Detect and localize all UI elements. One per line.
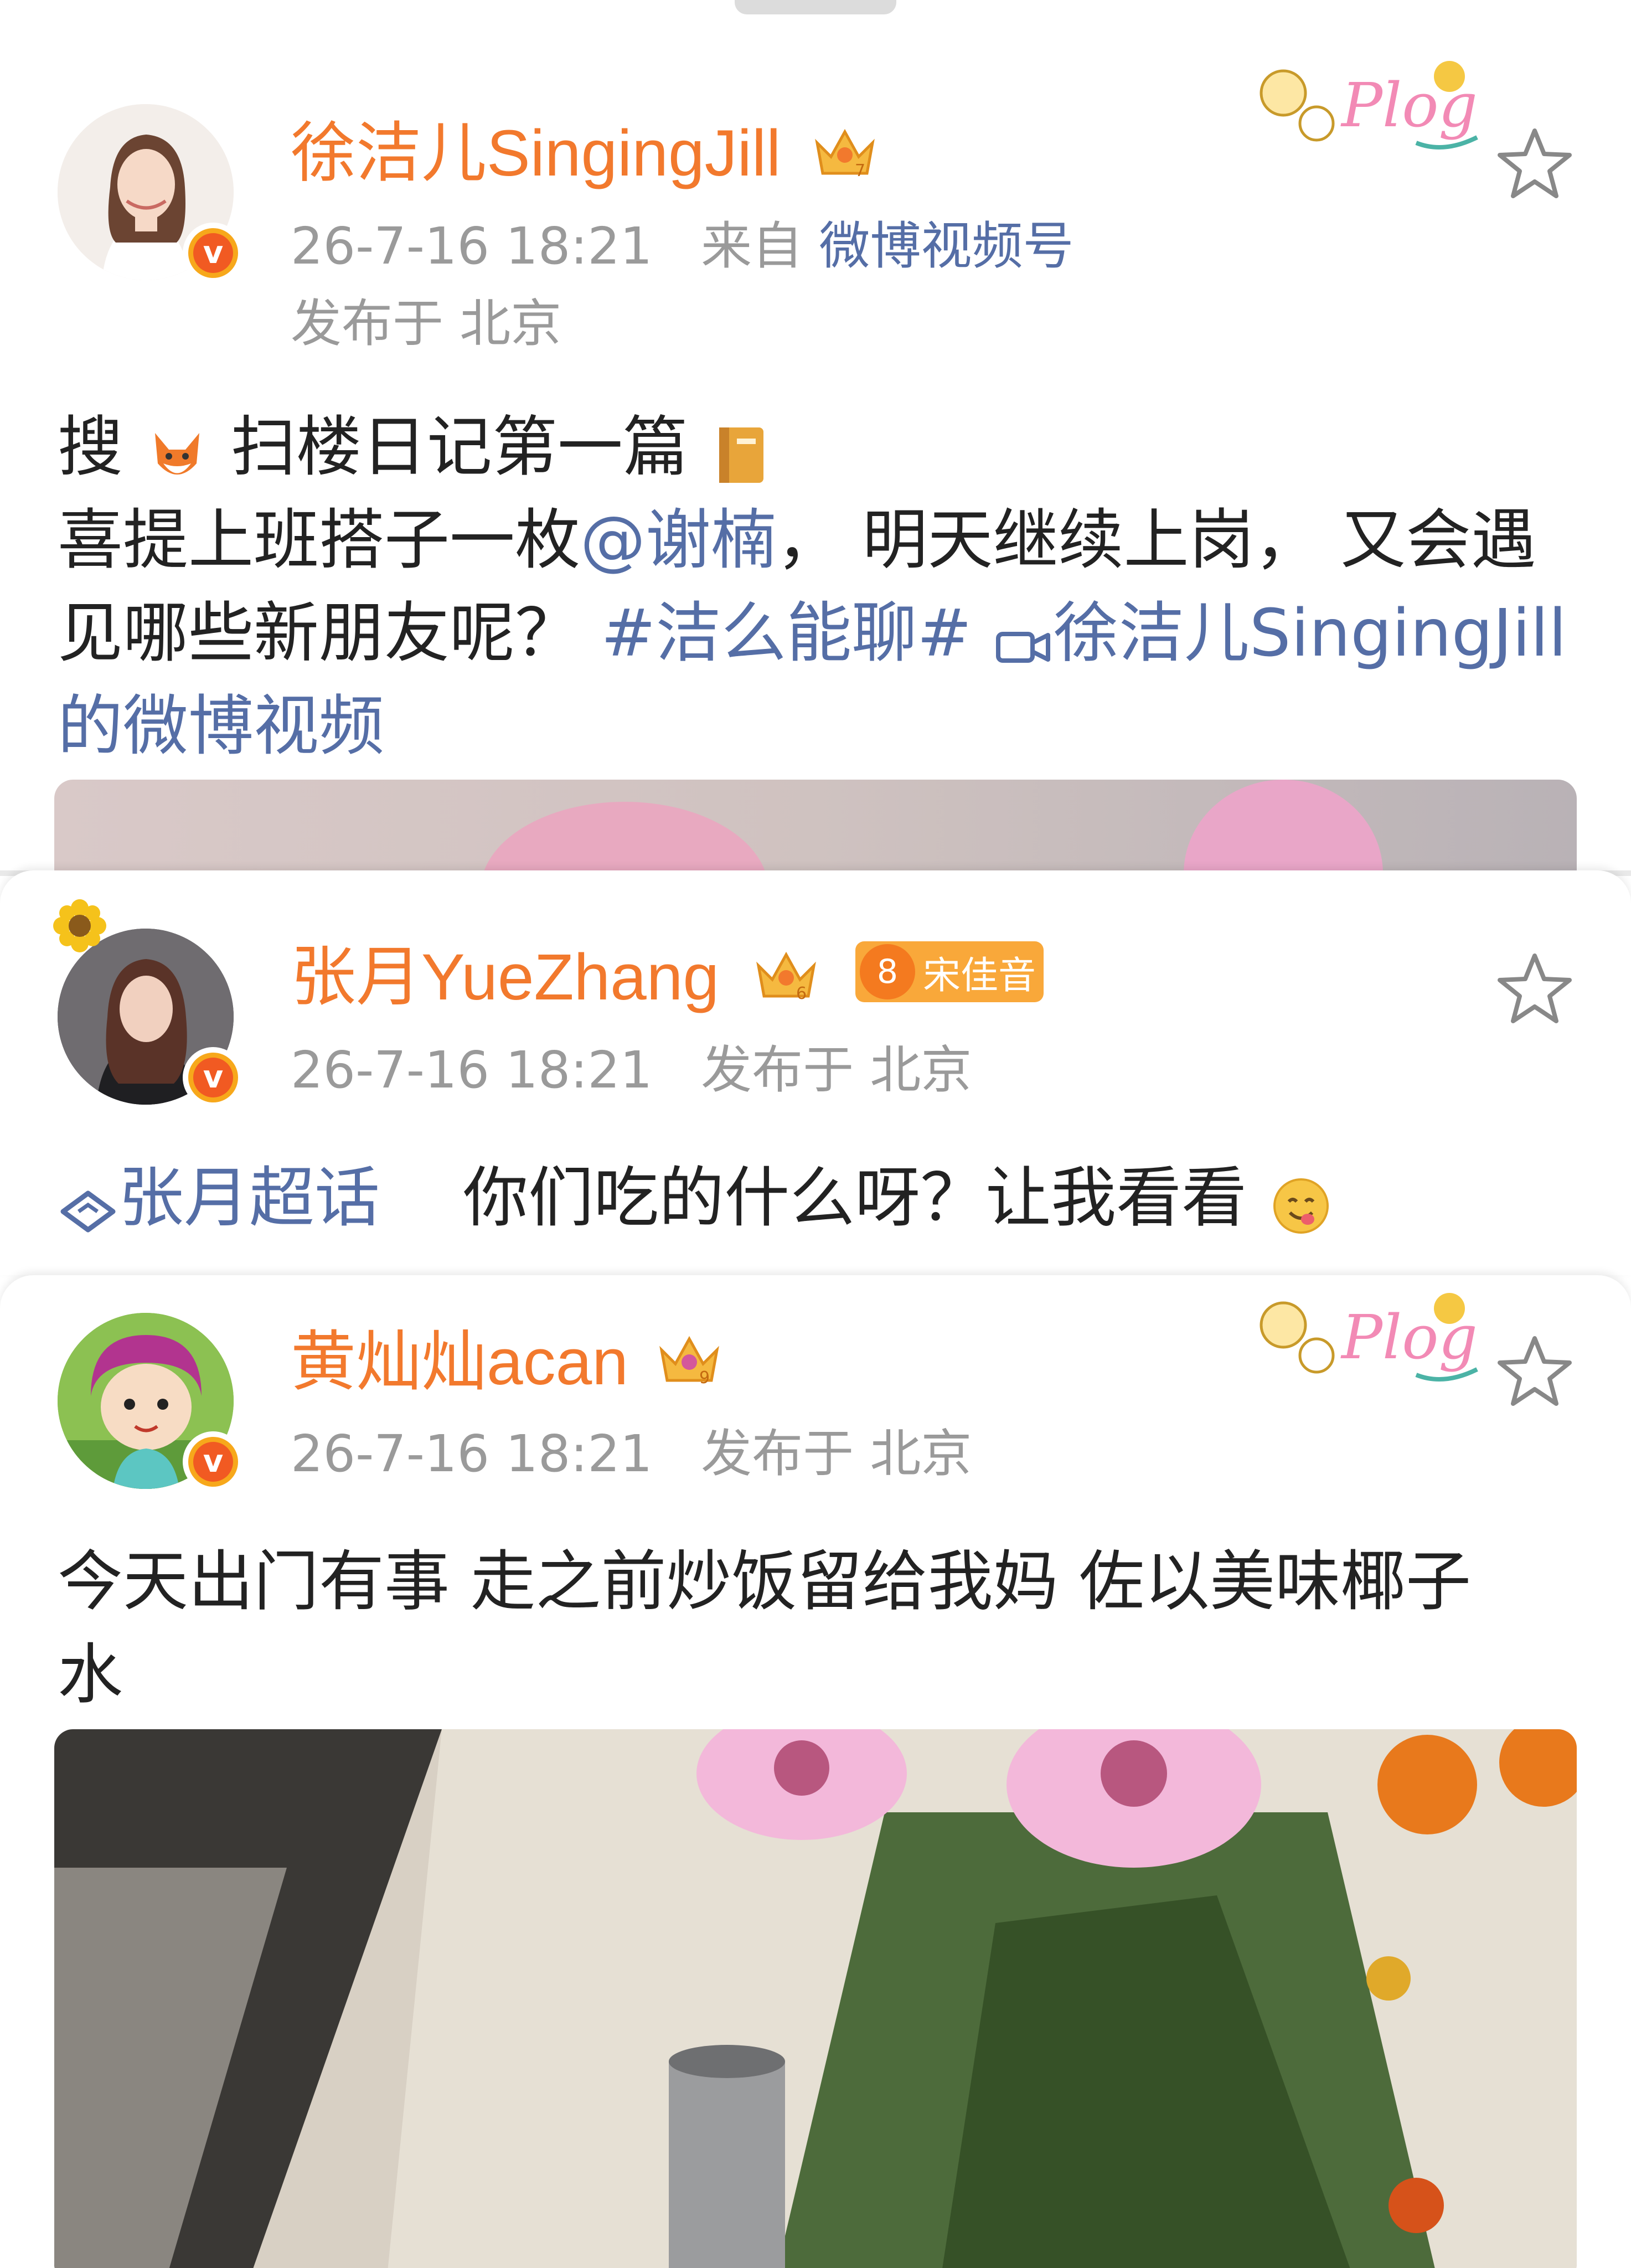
video-link[interactable]: 徐洁儿SingingJill	[993, 595, 1567, 671]
verified-badge-icon: v	[183, 1431, 244, 1492]
crown-icon: 6	[756, 951, 816, 1003]
post-card-3[interactable]: v 黄灿灿acan 9 26-7-16 18:21 发布于 北京 Plog 今天…	[0, 1275, 1631, 2268]
post-location: 发布于 北京	[291, 294, 562, 353]
verified-badge-icon: v	[183, 223, 244, 284]
fan-badge[interactable]: 8 宋佳音	[855, 941, 1044, 1002]
favorite-star-icon[interactable]	[1493, 123, 1576, 206]
source-prefix: 来自	[701, 217, 803, 276]
video-thumbnail[interactable]	[54, 780, 1577, 870]
yummy-emoji-icon	[1268, 1169, 1334, 1236]
video-icon	[993, 607, 1054, 668]
fan-badge-label: 宋佳音	[923, 953, 1036, 998]
username[interactable]: 黄灿灿acan	[291, 1326, 628, 1398]
post-card-1[interactable]: v 徐洁儿SingingJill 7 26-7-16 18:21 来自 微博视频…	[0, 0, 1631, 870]
video-link-suffix[interactable]: 的微博视频	[58, 679, 384, 773]
favorite-star-icon[interactable]	[1493, 1331, 1576, 1414]
super-topic-link[interactable]: 张月超话	[58, 1159, 401, 1236]
post-location: 发布于 北京	[701, 1040, 972, 1100]
post-location: 发布于 北京	[701, 1424, 972, 1483]
avatar[interactable]: v	[58, 1313, 244, 1492]
crown-icon: 7	[815, 128, 875, 181]
post-meta: 26-7-16 18:21 发布于 北京	[291, 1040, 972, 1101]
plog-sticker-icon: Plog	[1260, 1293, 1478, 1382]
username[interactable]: 徐洁儿SingingJill	[291, 117, 781, 189]
plog-sticker-icon: Plog	[1260, 61, 1478, 150]
sunflower-icon	[52, 898, 107, 953]
mention-link[interactable]: @谢楠	[580, 502, 776, 578]
flowers-photo	[54, 1729, 1577, 2268]
post-card-2[interactable]: v 张月YueZhang 6 8 宋佳音 26-7-16 18:21 发布于 北…	[0, 870, 1631, 1275]
fox-emoji-icon	[144, 419, 210, 485]
post-time: 26-7-16 18:21	[291, 217, 653, 276]
post-time: 26-7-16 18:21	[291, 1424, 653, 1483]
username[interactable]: 张月YueZhang	[291, 941, 719, 1013]
post-text-line-1: 搜 扫楼日记第一篇	[58, 400, 770, 494]
hashtag-link[interactable]: #洁么能聊#	[601, 595, 972, 671]
avatar[interactable]: v	[53, 899, 244, 1108]
crown-icon: 9	[659, 1336, 719, 1388]
post-time: 26-7-16 18:21	[291, 1040, 653, 1100]
notebook-emoji-icon	[709, 419, 770, 485]
fan-level-icon: 8	[860, 944, 915, 999]
svg-text:9: 9	[699, 1368, 710, 1388]
post-text-line-2: 喜提上班搭子一枚@谢楠， 明天继续上岗， 又会遇	[58, 502, 1537, 578]
post-text-line-2: 水	[58, 1636, 123, 1713]
verified-badge-icon: v	[183, 1047, 244, 1108]
svg-text:6: 6	[796, 984, 807, 1003]
post-meta: 26-7-16 18:21 发布于 北京	[291, 1424, 972, 1484]
diamond-icon	[58, 1172, 118, 1233]
drag-handle[interactable]	[735, 0, 896, 14]
post-image[interactable]	[54, 1729, 1577, 2268]
favorite-star-icon[interactable]	[1493, 948, 1576, 1031]
avatar[interactable]: v	[58, 104, 244, 284]
source-link[interactable]: 微博视频号	[819, 217, 1073, 276]
post-meta: 26-7-16 18:21 来自 微博视频号	[291, 216, 1073, 277]
svg-text:7: 7	[855, 161, 865, 181]
post-text-line-1: 今天出门有事 走之前炒饭留给我妈 佐以美味椰子	[58, 1543, 1472, 1620]
post-text: 张月超话 你们吃的什么呀？让我看看	[58, 1151, 1334, 1245]
video-thumbnail-image	[54, 780, 1577, 870]
post-text-line-3: 见哪些新朋友呢？ #洁么能聊# 徐洁儿SingingJill	[58, 595, 1567, 671]
